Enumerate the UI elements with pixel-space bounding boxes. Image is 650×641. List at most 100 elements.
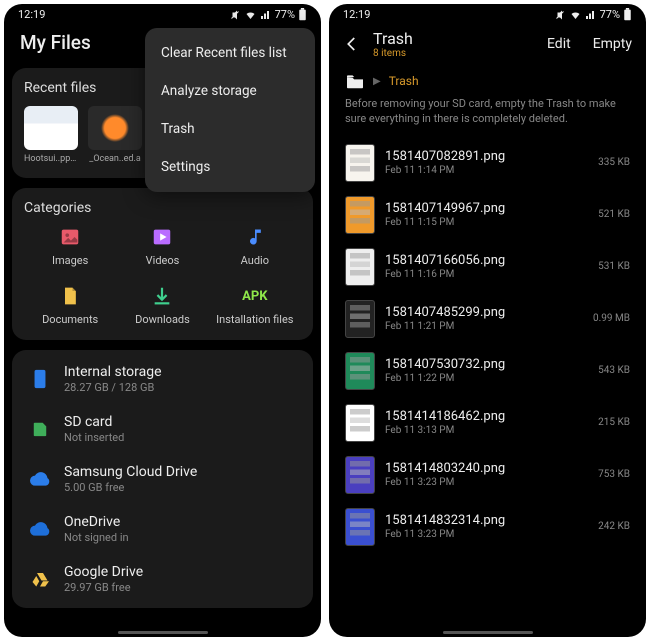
storage-name: Internal storage: [64, 364, 162, 380]
recent-file-name: Hootsui..pp.jpg: [24, 154, 78, 164]
menu-item-settings[interactable]: Settings: [145, 148, 315, 186]
storage-name: Samsung Cloud Drive: [64, 464, 197, 480]
file-size: 521 KB: [598, 209, 630, 220]
file-row[interactable]: 1581414803240.pngFeb 11 3:23 PM 753 KB: [329, 449, 646, 501]
storage-sub: Not signed in: [64, 531, 129, 544]
category-label: Documents: [42, 313, 98, 326]
file-row[interactable]: 1581414186462.pngFeb 11 3:13 PM215 KB: [329, 397, 646, 449]
category-icon: [245, 226, 265, 248]
file-row[interactable]: 1581407082891.pngFeb 11 1:14 PM335 KB: [329, 137, 646, 189]
category-documents[interactable]: Documents: [24, 285, 116, 326]
file-thumbnail: [345, 404, 375, 442]
file-size: 543 KB: [598, 365, 630, 376]
status-bar: 12:19 77%: [4, 4, 321, 23]
file-size: 335 KB: [598, 157, 630, 168]
file-name: 1581407485299.png: [385, 305, 583, 320]
overflow-menu: Clear Recent files listAnalyze storageTr…: [145, 28, 315, 192]
category-audio[interactable]: Audio: [209, 226, 301, 267]
wifi-icon: [244, 9, 257, 21]
file-name: 1581414803240.png: [385, 461, 588, 476]
category-icon: [59, 226, 81, 248]
file-thumbnail: [345, 300, 375, 338]
file-row[interactable]: 1581407149967.pngFeb 11 1:15 PM521 KB: [329, 189, 646, 241]
storage-google-drive[interactable]: Google Drive29.97 GB free: [24, 554, 301, 604]
category-icon: APK: [242, 285, 267, 307]
file-date: Feb 11 1:22 PM: [385, 373, 588, 384]
storage-card: Internal storage28.27 GB / 128 GBSD card…: [12, 350, 313, 608]
storage-icon: [28, 369, 52, 389]
storage-icon: [28, 522, 52, 536]
file-date: Feb 11 1:16 PM: [385, 269, 588, 280]
storage-icon: [28, 420, 52, 438]
file-thumbnail: [345, 456, 375, 494]
wifi-icon: [569, 9, 582, 21]
file-thumbnail: [345, 248, 375, 286]
file-thumbnail: [345, 196, 375, 234]
mute-icon: [554, 9, 566, 21]
back-button[interactable]: [343, 35, 361, 53]
file-list[interactable]: 1581407082891.pngFeb 11 1:14 PM335 KB158…: [329, 137, 646, 631]
storage-internal-storage[interactable]: Internal storage28.27 GB / 128 GB: [24, 354, 301, 404]
storage-sd-card[interactable]: SD cardNot inserted: [24, 404, 301, 454]
file-name: 1581407082891.png: [385, 149, 588, 164]
file-row[interactable]: 1581414832314.pngFeb 11 3:23 PM242 KB: [329, 501, 646, 553]
category-images[interactable]: Images: [24, 226, 116, 267]
home-indicator: [443, 631, 533, 634]
recent-file[interactable]: _Ocean..ed.a: [88, 106, 142, 164]
storage-sub: 29.97 GB free: [64, 581, 143, 594]
file-row[interactable]: 1581407166056.pngFeb 11 1:16 PM531 KB: [329, 241, 646, 293]
file-date: Feb 11 3:23 PM: [385, 529, 588, 540]
home-icon[interactable]: [345, 73, 365, 89]
category-downloads[interactable]: Downloads: [116, 285, 208, 326]
storage-sub: 5.00 GB free: [64, 481, 197, 494]
storage-sub: 28.27 GB / 128 GB: [64, 381, 162, 394]
empty-button[interactable]: Empty: [593, 36, 632, 52]
battery-icon: [623, 8, 632, 21]
status-time: 12:19: [343, 8, 370, 21]
storage-icon: [28, 472, 52, 486]
storage-name: OneDrive: [64, 514, 129, 530]
file-date: Feb 11 1:21 PM: [385, 321, 583, 332]
file-date: Feb 11 3:13 PM: [385, 425, 588, 436]
trash-note: Before removing your SD card, empty the …: [329, 97, 646, 137]
storage-name: SD card: [64, 414, 124, 430]
category-label: Audio: [241, 254, 269, 267]
category-label: Downloads: [135, 313, 190, 326]
file-thumbnail: [345, 144, 375, 182]
battery-icon: [298, 8, 307, 21]
categories-card: Categories Images Videos Audio Documents Dow…: [12, 188, 313, 340]
recent-file[interactable]: Hootsui..pp.jpg: [24, 106, 78, 164]
file-thumbnail: [345, 508, 375, 546]
menu-item-analyze-storage[interactable]: Analyze storage: [145, 72, 315, 110]
category-label: Images: [52, 254, 88, 267]
categories-title: Categories: [24, 200, 301, 216]
menu-item-trash[interactable]: Trash: [145, 110, 315, 148]
category-label: Videos: [146, 254, 180, 267]
file-name: 1581407530732.png: [385, 357, 588, 372]
screen-my-files: 12:19 77% My Files Recent files Hootsui.…: [4, 4, 321, 637]
storage-samsung-cloud-drive[interactable]: Samsung Cloud Drive5.00 GB free: [24, 454, 301, 504]
file-name: 1581407149967.png: [385, 201, 588, 216]
category-icon: [151, 285, 173, 307]
trash-header: Trash 8 items Edit Empty: [329, 23, 646, 63]
file-name: 1581407166056.png: [385, 253, 588, 268]
edit-button[interactable]: Edit: [547, 36, 571, 52]
trash-count: 8 items: [373, 48, 525, 59]
file-row[interactable]: 1581407530732.pngFeb 11 1:22 PM 543 KB: [329, 345, 646, 397]
storage-sub: Not inserted: [64, 431, 124, 444]
breadcrumb: ▶ Trash: [329, 63, 646, 97]
file-row[interactable]: 1581407485299.pngFeb 11 1:21 PM0.99 MB: [329, 293, 646, 345]
battery-pct: 77%: [600, 8, 620, 21]
file-size: 753 KB: [598, 469, 630, 480]
category-videos[interactable]: Videos: [116, 226, 208, 267]
status-bar: 12:19 77%: [329, 4, 646, 23]
storage-onedrive[interactable]: OneDriveNot signed in: [24, 504, 301, 554]
file-date: Feb 11 3:23 PM: [385, 477, 588, 488]
mute-icon: [229, 9, 241, 21]
category-label: Installation files: [216, 313, 293, 326]
menu-item-clear-recent-files-list[interactable]: Clear Recent files list: [145, 34, 315, 72]
home-indicator: [118, 631, 208, 634]
thumbnail: [88, 106, 142, 150]
category-installation-files[interactable]: APK Installation files: [209, 285, 301, 326]
signal-icon: [260, 9, 272, 21]
